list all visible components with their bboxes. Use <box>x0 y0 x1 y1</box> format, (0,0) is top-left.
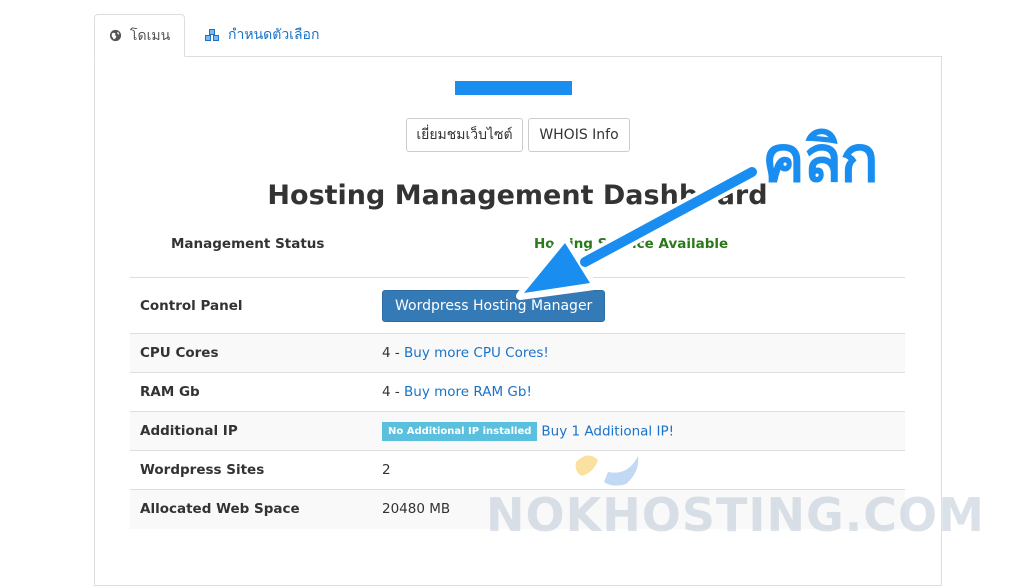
management-status-label: Management Status <box>171 236 325 252</box>
table-row: CPU Cores 4 - Buy more CPU Cores! <box>130 333 905 373</box>
row-label: Wordpress Sites <box>140 462 265 478</box>
tab-domain-label: โดเมน <box>130 27 171 44</box>
row-label: Control Panel <box>140 297 243 314</box>
visit-website-button[interactable]: เยี่ยมชมเว็บไซต์ <box>406 118 523 152</box>
table-row: RAM Gb 4 - Buy more RAM Gb! <box>130 372 905 412</box>
management-status-value: Hosting Service Available <box>534 236 729 252</box>
no-additional-ip-badge: No Additional IP installed <box>382 421 538 441</box>
click-annotation-label: คลิก <box>762 123 879 197</box>
table-row: Control Panel Wordpress Hosting Manager <box>130 277 905 334</box>
row-label: Allocated Web Space <box>140 501 300 518</box>
row-label: RAM Gb <box>140 384 200 400</box>
tab-bar: โดเมน กำหนดตัวเลือก <box>94 14 942 57</box>
tab-options[interactable]: กำหนดตัวเลือก <box>190 14 333 56</box>
cpu-cores-value: 4 - <box>382 345 405 361</box>
globe-icon <box>109 29 122 42</box>
table-row: Additional IP No Additional IP installed… <box>130 411 905 451</box>
cubes-icon <box>204 28 220 42</box>
buy-ip-link[interactable]: Buy 1 Additional IP! <box>541 423 674 439</box>
ram-value: 4 - <box>382 384 405 400</box>
watermark-text: NOKHOSTING.COM <box>486 488 985 542</box>
wordpress-hosting-manager-button[interactable]: Wordpress Hosting Manager <box>382 289 606 322</box>
whois-info-button[interactable]: WHOIS Info <box>528 118 630 152</box>
table-row: Wordpress Sites 2 <box>130 450 905 490</box>
buy-cpu-link[interactable]: Buy more CPU Cores! <box>404 345 549 361</box>
domain-name-redacted <box>455 81 572 95</box>
tab-domain[interactable]: โดเมน <box>94 14 185 57</box>
tab-options-label: กำหนดตัวเลือก <box>228 27 320 43</box>
row-label: CPU Cores <box>140 345 219 361</box>
row-label: Additional IP <box>140 423 238 439</box>
buy-ram-link[interactable]: Buy more RAM Gb! <box>404 384 532 400</box>
